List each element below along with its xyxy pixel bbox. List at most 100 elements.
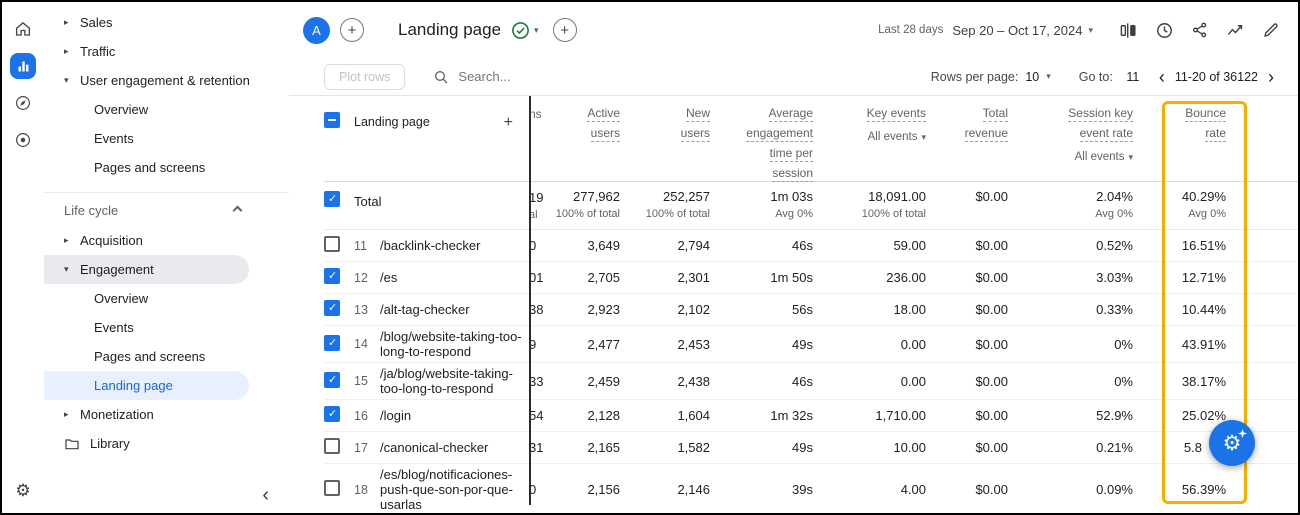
collapse-arrow-icon[interactable]: ▸ [64, 17, 78, 28]
sidebar-item-pages-and-screens[interactable]: Pages and screens [44, 342, 249, 371]
column-filter-session-key-event-rate[interactable]: All events [1075, 151, 1133, 163]
clipped-cell: 01 [529, 270, 551, 285]
add-column-icon[interactable] [504, 115, 513, 131]
total-bounce-rate: 40.29%Avg 0% [1139, 189, 1232, 220]
pagination: 11-20 of 36122 [1159, 68, 1274, 86]
sidebar-section-label: Life cycle [64, 203, 118, 218]
collapse-arrow-icon[interactable]: ▸ [64, 235, 78, 246]
row-checkbox[interactable] [324, 268, 340, 284]
sidebar-item-overview[interactable]: Overview [44, 284, 249, 313]
sidebar-item-events[interactable]: Events [44, 313, 249, 342]
explore-icon[interactable] [10, 90, 36, 116]
landing-page-path: /es/blog/notificaciones-push-que-son-por… [380, 464, 529, 513]
column-header-session-key-event-rate[interactable]: Session keyevent rateAll events [1014, 106, 1139, 163]
share-icon[interactable] [1191, 21, 1209, 39]
sidebar-item-monetization[interactable]: ▸Monetization [44, 400, 249, 429]
avatar-letter: A [312, 23, 321, 38]
total-subtext: 100% of total [862, 208, 926, 220]
report-nav-sidebar: ▸Sales▸Traffic▾User engagement & retenti… [44, 2, 289, 513]
column-header-line: Average [769, 106, 813, 122]
admin-gear-icon[interactable] [2, 481, 44, 501]
expand-arrow-icon[interactable]: ▾ [64, 75, 78, 86]
rows-per-page[interactable]: Rows per page: 10 [931, 70, 1051, 84]
total-label: Total [354, 189, 529, 209]
sidebar-item-library[interactable]: Library [44, 429, 249, 458]
select-all-checkbox[interactable] [324, 112, 340, 128]
collapse-sidebar-icon[interactable] [262, 485, 269, 505]
advertising-icon[interactable] [10, 127, 36, 153]
key-events-value: 4.00 [819, 482, 932, 497]
row-checkbox[interactable] [324, 236, 340, 252]
sidebar-item-sales[interactable]: ▸Sales [44, 8, 249, 37]
row-checkbox[interactable] [324, 480, 340, 496]
expand-arrow-icon[interactable]: ▾ [64, 264, 78, 275]
sidebar-item-landing-page[interactable]: Landing page [44, 371, 249, 400]
collapse-arrow-icon[interactable]: ▸ [64, 46, 78, 57]
clock-icon[interactable] [1155, 21, 1174, 40]
total-new-users: 252,257100% of total [626, 189, 716, 220]
total-revenue-value: $0.00 [932, 238, 1014, 253]
total-revenue-value: $0.00 [932, 374, 1014, 389]
bounce-rate-value: 10.44% [1139, 302, 1232, 317]
row-checkbox[interactable] [324, 438, 340, 454]
frozen-column-divider[interactable] [529, 96, 531, 505]
add-tab-icon[interactable] [553, 18, 577, 42]
sidebar-item-label: Traffic [80, 44, 115, 59]
total-subtext: 100% of total [556, 208, 620, 220]
edit-icon[interactable] [1262, 21, 1280, 39]
sidebar-item-user-engagement-retention[interactable]: ▾User engagement & retention [44, 66, 249, 95]
column-header-line: revenue [965, 126, 1008, 142]
column-header-avg-engagement-time[interactable]: Averageengagementtime persession [716, 106, 819, 182]
insights-icon[interactable] [1226, 21, 1245, 40]
home-icon[interactable] [10, 16, 36, 42]
column-header-total-revenue[interactable]: Totalrevenue [932, 106, 1014, 142]
sidebar-item-traffic[interactable]: ▸Traffic [44, 37, 249, 66]
total-active-users: 277,962100% of total [551, 189, 626, 220]
sidebar-item-acquisition[interactable]: ▸Acquisition [44, 226, 249, 255]
row-checkbox[interactable] [324, 406, 340, 422]
total-avg-engagement-time: 1m 03sAvg 0% [716, 189, 819, 220]
next-page-icon[interactable] [1268, 68, 1274, 86]
plot-rows-button[interactable]: Plot rows [324, 64, 405, 90]
report-header: A Landing page Last 28 days Sep 20 – Oct… [289, 2, 1298, 58]
collapse-section-chevron-icon[interactable] [233, 206, 243, 216]
compare-icon[interactable] [1119, 21, 1138, 40]
total-row-checkbox[interactable] [324, 191, 340, 207]
column-header-key-events[interactable]: Key eventsAll events [819, 106, 932, 143]
rows-per-page-value: 10 [1025, 70, 1039, 84]
reports-icon[interactable] [10, 53, 36, 79]
table-body: 11/backlink-checker03,6492,79446s59.00$0… [324, 230, 1298, 513]
date-range-picker[interactable]: Sep 20 – Oct 17, 2024 [952, 23, 1093, 38]
column-header-active-users[interactable]: Activeusers [551, 106, 626, 142]
total-row: Total 19 al 277,962100% of total252,2571… [324, 182, 1298, 230]
sidebar-item-overview[interactable]: Overview [44, 95, 249, 124]
column-header-landing-page[interactable]: Landing page [354, 106, 529, 131]
column-header-new-users[interactable]: Newusers [626, 106, 716, 142]
row-checkbox[interactable] [324, 335, 340, 351]
row-checkbox[interactable] [324, 372, 340, 388]
clipped-total-cell: 19 al [529, 189, 551, 221]
sidebar-item-pages-and-screens[interactable]: Pages and screens [44, 153, 249, 182]
add-comparison-icon[interactable] [340, 18, 364, 42]
comparison-avatar[interactable]: A [303, 17, 330, 44]
search-input[interactable] [458, 69, 698, 84]
column-filter-key-events[interactable]: All events [868, 131, 926, 143]
rows-per-page-label: Rows per page: [931, 70, 1019, 84]
row-checkbox[interactable] [324, 300, 340, 316]
sidebar-item-events[interactable]: Events [44, 124, 249, 153]
app-window: ▸Sales▸Traffic▾User engagement & retenti… [0, 0, 1300, 515]
analytics-assistant-fab[interactable] [1209, 420, 1255, 466]
column-header-line: users [681, 126, 710, 142]
goto-input[interactable] [1121, 70, 1145, 84]
previous-page-icon[interactable] [1159, 68, 1165, 86]
column-header-bounce-rate[interactable]: Bouncerate [1139, 106, 1232, 142]
sidebar-item-label: Pages and screens [94, 160, 205, 175]
sidebar-item-engagement[interactable]: ▾Engagement [44, 255, 249, 284]
bounce-rate-value: 12.71% [1139, 270, 1232, 285]
collapse-arrow-icon[interactable]: ▸ [64, 409, 78, 420]
clipped-column-header: ns [529, 106, 551, 121]
table-row: 17/canonical-checker312,1651,58249s10.00… [324, 432, 1298, 464]
session-key-event-rate-value: 0% [1014, 337, 1139, 352]
header-actions [1119, 21, 1280, 40]
report-status-dropdown[interactable] [511, 21, 539, 40]
